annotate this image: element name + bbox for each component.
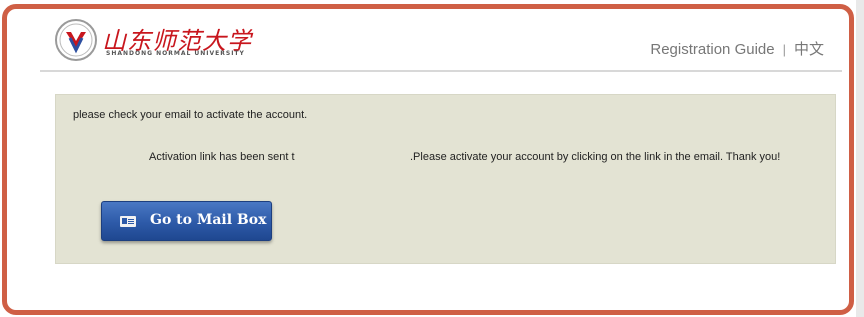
header-nav: Registration Guide | 中文: [650, 38, 824, 59]
activation-sent-text: Activation link has been sent t: [149, 151, 295, 163]
mail-card-icon: [120, 216, 136, 227]
go-to-mailbox-button[interactable]: Go to Mail Box: [101, 201, 272, 241]
window-scrollbar[interactable]: [856, 0, 864, 317]
university-emblem-icon: [55, 19, 97, 61]
university-logo[interactable]: 山东师范大学 SHANDONG NORMAL UNIVERSITY: [54, 18, 254, 62]
nav-separator: |: [782, 42, 786, 57]
activation-panel: please check your email to activate the …: [55, 94, 836, 264]
activation-instruction-text: .Please activate your account by clickin…: [410, 151, 781, 163]
registration-guide-link[interactable]: Registration Guide: [650, 41, 774, 58]
site-header: 山东师范大学 SHANDONG NORMAL UNIVERSITY Regist…: [40, 8, 842, 72]
language-chinese-link[interactable]: 中文: [794, 41, 824, 58]
go-to-mailbox-label: Go to Mail Box: [150, 212, 267, 228]
check-email-message: please check your email to activate the …: [73, 109, 308, 121]
logo-english-text: SHANDONG NORMAL UNIVERSITY: [106, 50, 245, 57]
